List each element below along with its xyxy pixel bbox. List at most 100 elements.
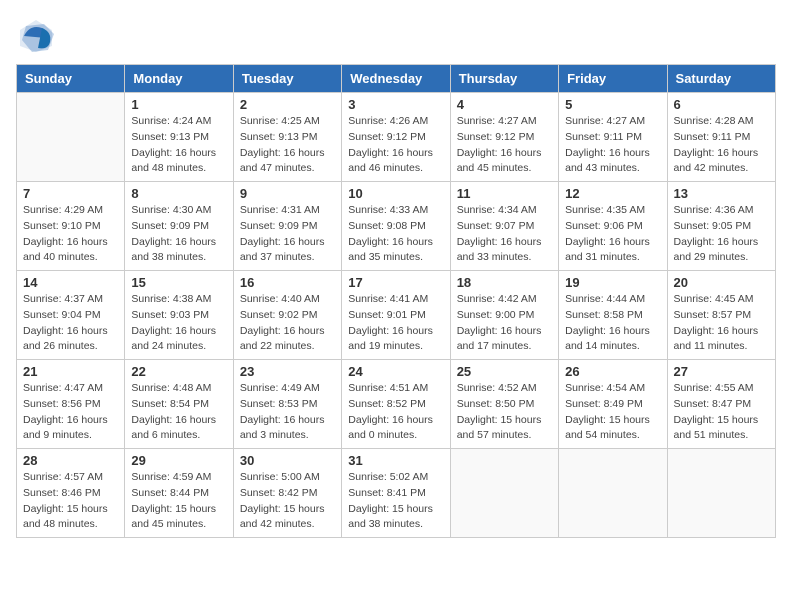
day-info: Sunrise: 4:41 AMSunset: 9:01 PMDaylight:… [348, 292, 443, 355]
calendar-cell: 16 Sunrise: 4:40 AMSunset: 9:02 PMDayligh… [233, 271, 341, 360]
day-number: 31 [348, 453, 443, 468]
day-number: 18 [457, 275, 552, 290]
day-info: Sunrise: 4:35 AMSunset: 9:06 PMDaylight:… [565, 203, 660, 266]
weekday-header-monday: Monday [125, 65, 233, 93]
day-number: 15 [131, 275, 226, 290]
day-number: 2 [240, 97, 335, 112]
calendar-cell: 9Sunrise: 4:31 AMSunset: 9:09 PMDaylight… [233, 182, 341, 271]
calendar-cell [667, 449, 775, 538]
day-number: 24 [348, 364, 443, 379]
day-number: 19 [565, 275, 660, 290]
day-info: Sunrise: 4:27 AMSunset: 9:12 PMDaylight:… [457, 114, 552, 177]
weekday-header-saturday: Saturday [667, 65, 775, 93]
calendar-cell: 18 Sunrise: 4:42 AMSunset: 9:00 PMDayligh… [450, 271, 558, 360]
day-number: 17 [348, 275, 443, 290]
calendar-cell [450, 449, 558, 538]
day-info: Sunrise: 4:40 AMSunset: 9:02 PMDaylight:… [240, 292, 335, 355]
weekday-header-row: SundayMondayTuesdayWednesdayThursdayFrid… [17, 65, 776, 93]
day-number: 25 [457, 364, 552, 379]
calendar-cell: 6 Sunrise: 4:28 AMSunset: 9:11 PMDaylight… [667, 93, 775, 182]
weekday-header-sunday: Sunday [17, 65, 125, 93]
day-number: 21 [23, 364, 118, 379]
day-info: Sunrise: 4:26 AMSunset: 9:12 PMDaylight:… [348, 114, 443, 177]
day-info: Sunrise: 4:25 AMSunset: 9:13 PMDaylight:… [240, 114, 335, 177]
day-number: 11 [457, 186, 552, 201]
day-info: Sunrise: 4:31 AMSunset: 9:09 PMDaylight:… [240, 203, 335, 266]
calendar-cell [559, 449, 667, 538]
day-info: Sunrise: 4:59 AMSunset: 8:44 PMDaylight:… [131, 470, 226, 533]
day-info: Sunrise: 4:45 AMSunset: 8:57 PMDaylight:… [674, 292, 769, 355]
weekday-header-tuesday: Tuesday [233, 65, 341, 93]
calendar-cell: 21 Sunrise: 4:47 AMSunset: 8:56 PMDayligh… [17, 360, 125, 449]
day-number: 13 [674, 186, 769, 201]
day-number: 20 [674, 275, 769, 290]
calendar-cell: 11 Sunrise: 4:34 AMSunset: 9:07 PMDayligh… [450, 182, 558, 271]
calendar-cell: 8 Sunrise: 4:30 AMSunset: 9:09 PMDaylight… [125, 182, 233, 271]
day-info: Sunrise: 4:54 AMSunset: 8:49 PMDaylight:… [565, 381, 660, 444]
calendar-cell: 2 Sunrise: 4:25 AMSunset: 9:13 PMDaylight… [233, 93, 341, 182]
day-number: 8 [131, 186, 226, 201]
calendar-cell: 1 Sunrise: 4:24 AMSunset: 9:13 PMDaylight… [125, 93, 233, 182]
day-number: 10 [348, 186, 443, 201]
day-info: Sunrise: 4:24 AMSunset: 9:13 PMDaylight:… [131, 114, 226, 177]
day-number: 28 [23, 453, 118, 468]
calendar-cell [17, 93, 125, 182]
calendar-cell: 15 Sunrise: 4:38 AMSunset: 9:03 PMDayligh… [125, 271, 233, 360]
day-info: Sunrise: 4:47 AMSunset: 8:56 PMDaylight:… [23, 381, 118, 444]
day-number: 14 [23, 275, 118, 290]
day-number: 5 [565, 97, 660, 112]
calendar-cell: 12Sunrise: 4:35 AMSunset: 9:06 PMDayligh… [559, 182, 667, 271]
day-info: Sunrise: 4:52 AMSunset: 8:50 PMDaylight:… [457, 381, 552, 444]
day-number: 23 [240, 364, 335, 379]
week-row-5: 28Sunrise: 4:57 AMSunset: 8:46 PMDayligh… [17, 449, 776, 538]
day-info: Sunrise: 4:44 AMSunset: 8:58 PMDaylight:… [565, 292, 660, 355]
day-info: Sunrise: 4:38 AMSunset: 9:03 PMDaylight:… [131, 292, 226, 355]
day-info: Sunrise: 4:42 AMSunset: 9:00 PMDaylight:… [457, 292, 552, 355]
logo [16, 16, 60, 56]
day-info: Sunrise: 5:00 AMSunset: 8:42 PMDaylight:… [240, 470, 335, 533]
calendar-cell: 4Sunrise: 4:27 AMSunset: 9:12 PMDaylight… [450, 93, 558, 182]
day-info: Sunrise: 4:29 AMSunset: 9:10 PMDaylight:… [23, 203, 118, 266]
header [16, 16, 776, 56]
calendar: SundayMondayTuesdayWednesdayThursdayFrid… [16, 64, 776, 538]
calendar-cell: 26 Sunrise: 4:54 AMSunset: 8:49 PMDayligh… [559, 360, 667, 449]
calendar-cell: 17 Sunrise: 4:41 AMSunset: 9:01 PMDayligh… [342, 271, 450, 360]
calendar-cell: 19 Sunrise: 4:44 AMSunset: 8:58 PMDayligh… [559, 271, 667, 360]
day-number: 26 [565, 364, 660, 379]
day-number: 3 [348, 97, 443, 112]
weekday-header-wednesday: Wednesday [342, 65, 450, 93]
day-number: 27 [674, 364, 769, 379]
day-info: Sunrise: 4:51 AMSunset: 8:52 PMDaylight:… [348, 381, 443, 444]
calendar-cell: 10 Sunrise: 4:33 AMSunset: 9:08 PMDayligh… [342, 182, 450, 271]
logo-icon [16, 16, 56, 56]
weekday-header-thursday: Thursday [450, 65, 558, 93]
day-info: Sunrise: 4:28 AMSunset: 9:11 PMDaylight:… [674, 114, 769, 177]
day-number: 6 [674, 97, 769, 112]
calendar-cell: 31Sunrise: 5:02 AMSunset: 8:41 PMDayligh… [342, 449, 450, 538]
day-number: 30 [240, 453, 335, 468]
week-row-1: 1 Sunrise: 4:24 AMSunset: 9:13 PMDaylight… [17, 93, 776, 182]
week-row-4: 21 Sunrise: 4:47 AMSunset: 8:56 PMDayligh… [17, 360, 776, 449]
calendar-cell: 28Sunrise: 4:57 AMSunset: 8:46 PMDayligh… [17, 449, 125, 538]
calendar-cell: 29 Sunrise: 4:59 AMSunset: 8:44 PMDayligh… [125, 449, 233, 538]
calendar-cell: 14 Sunrise: 4:37 AMSunset: 9:04 PMDayligh… [17, 271, 125, 360]
day-info: Sunrise: 4:27 AMSunset: 9:11 PMDaylight:… [565, 114, 660, 177]
week-row-3: 14 Sunrise: 4:37 AMSunset: 9:04 PMDayligh… [17, 271, 776, 360]
day-number: 16 [240, 275, 335, 290]
day-info: Sunrise: 4:37 AMSunset: 9:04 PMDaylight:… [23, 292, 118, 355]
calendar-cell: 30 Sunrise: 5:00 AMSunset: 8:42 PMDayligh… [233, 449, 341, 538]
day-number: 7 [23, 186, 118, 201]
calendar-cell: 13Sunrise: 4:36 AMSunset: 9:05 PMDayligh… [667, 182, 775, 271]
day-info: Sunrise: 4:30 AMSunset: 9:09 PMDaylight:… [131, 203, 226, 266]
day-number: 1 [131, 97, 226, 112]
day-number: 29 [131, 453, 226, 468]
week-row-2: 7 Sunrise: 4:29 AMSunset: 9:10 PMDaylight… [17, 182, 776, 271]
day-info: Sunrise: 4:33 AMSunset: 9:08 PMDaylight:… [348, 203, 443, 266]
calendar-cell: 22 Sunrise: 4:48 AMSunset: 8:54 PMDayligh… [125, 360, 233, 449]
day-info: Sunrise: 4:34 AMSunset: 9:07 PMDaylight:… [457, 203, 552, 266]
day-number: 22 [131, 364, 226, 379]
day-info: Sunrise: 4:48 AMSunset: 8:54 PMDaylight:… [131, 381, 226, 444]
calendar-cell: 7 Sunrise: 4:29 AMSunset: 9:10 PMDaylight… [17, 182, 125, 271]
day-info: Sunrise: 4:55 AMSunset: 8:47 PMDaylight:… [674, 381, 769, 444]
calendar-cell: 27 Sunrise: 4:55 AMSunset: 8:47 PMDayligh… [667, 360, 775, 449]
